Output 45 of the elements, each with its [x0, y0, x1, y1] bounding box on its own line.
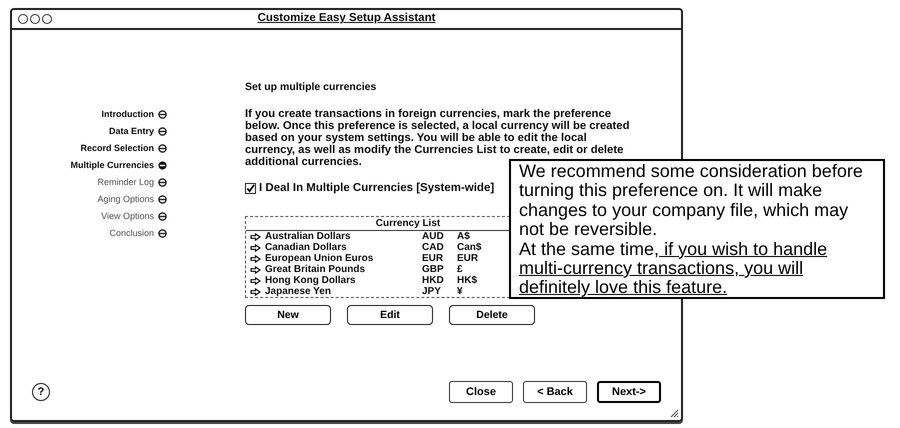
- help-button[interactable]: ?: [32, 383, 50, 401]
- checkbox[interactable]: [245, 182, 256, 194]
- currency-code: AUD: [422, 231, 444, 242]
- currency-code: CAD: [422, 242, 444, 253]
- currency-name[interactable]: Canadian Dollars: [265, 242, 347, 253]
- currency-symbol: HK$: [457, 275, 478, 286]
- list-action-button[interactable]: New: [245, 305, 331, 325]
- step-label[interactable]: Aging Options: [97, 191, 154, 207]
- currency-name[interactable]: Japanese Yen: [265, 286, 331, 297]
- currency-symbol: £: [457, 264, 463, 275]
- arrow-icon: [250, 232, 261, 240]
- step-label[interactable]: Data Entry: [108, 123, 154, 139]
- arrow-icon: [250, 244, 261, 252]
- section-heading: Set up multiple currencies: [245, 80, 378, 95]
- step-label[interactable]: Conclusion: [109, 225, 154, 241]
- step-label[interactable]: Reminder Log: [97, 174, 154, 190]
- currency-name[interactable]: Great Britain Pounds: [265, 264, 366, 275]
- step-label[interactable]: Introduction: [102, 106, 154, 122]
- currency-name[interactable]: Australian Dollars: [265, 231, 351, 242]
- column-header: Currency List: [376, 218, 440, 229]
- currency-name[interactable]: Hong Kong Dollars: [265, 275, 356, 286]
- footer-button[interactable]: < Back: [523, 380, 587, 404]
- list-action-button[interactable]: Edit: [347, 305, 433, 325]
- arrow-icon: [250, 276, 261, 284]
- step-label[interactable]: Record Selection: [80, 140, 154, 156]
- footer-button[interactable]: Next->: [597, 380, 661, 404]
- resize-grip-icon[interactable]: [670, 409, 679, 418]
- currency-code: GBP: [422, 264, 444, 275]
- arrow-icon: [250, 288, 261, 296]
- footer-button[interactable]: Close: [449, 380, 513, 404]
- window-title: Customize Easy Setup Assistant: [258, 12, 436, 24]
- currency-symbol: ¥: [457, 286, 463, 297]
- step-label[interactable]: View Options: [101, 208, 154, 224]
- currency-code: JPY: [422, 286, 441, 297]
- currency-name[interactable]: European Union Euros: [265, 253, 374, 264]
- currency-code: EUR: [422, 253, 444, 264]
- currency-symbol: Can$: [457, 242, 482, 253]
- currency-symbol: EUR: [457, 253, 478, 264]
- arrow-icon: [250, 254, 261, 262]
- currency-symbol: A$: [457, 231, 470, 242]
- list-action-button[interactable]: Delete: [449, 305, 535, 325]
- currency-code: HKD: [422, 275, 444, 286]
- arrow-icon: [250, 266, 261, 274]
- checkbox-label[interactable]: I Deal In Multiple Currencies [System-wide]: [259, 180, 494, 197]
- step-label[interactable]: Multiple Currencies: [70, 157, 154, 173]
